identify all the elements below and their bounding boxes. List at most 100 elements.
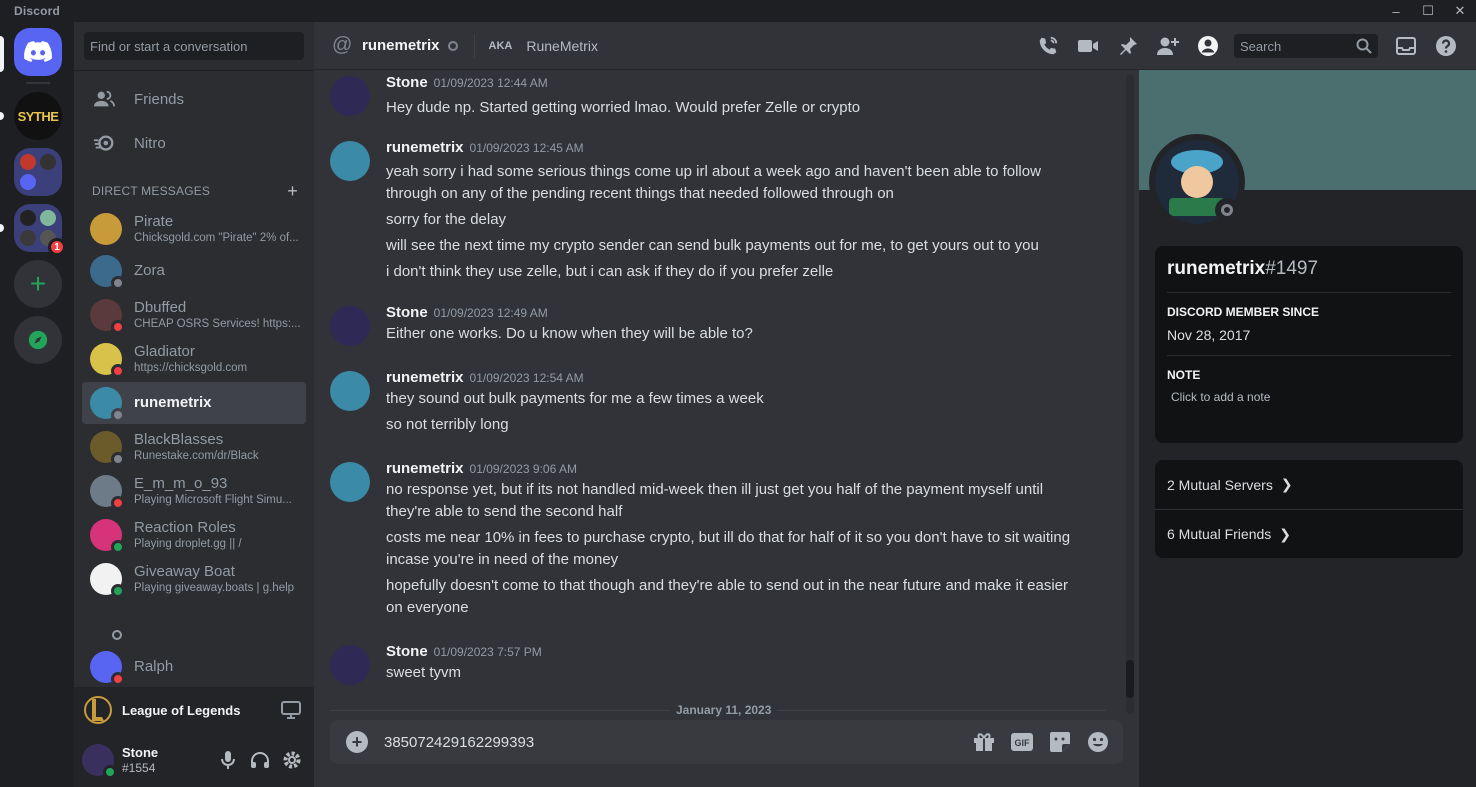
microphone-icon[interactable] — [212, 744, 244, 776]
status-dnd-icon — [111, 364, 125, 378]
avatar[interactable] — [330, 306, 370, 346]
headphones-icon[interactable] — [244, 744, 276, 776]
dm-item[interactable]: Giveaway Boat Playing giveaway.boats | g.… — [82, 558, 306, 600]
mutual-friends-button[interactable]: 6 Mutual Friends ❯ — [1155, 509, 1463, 558]
scrollbar-thumb[interactable] — [1126, 660, 1134, 698]
header-search-input[interactable]: Search — [1234, 34, 1378, 58]
aka-label: AKA — [488, 39, 513, 52]
dm-item[interactable]: BlackBlasses Runestake.com/dr/Black — [82, 426, 306, 468]
close-button[interactable]: ✕ — [1444, 0, 1476, 22]
discord-logo-icon — [24, 41, 52, 62]
dm-name: runemetrix — [134, 394, 212, 411]
aka-name: RuneMetrix — [526, 37, 598, 54]
video-call-icon[interactable] — [1068, 22, 1108, 70]
status-dnd-icon — [111, 320, 125, 334]
server-rail: SYTHE 1 + — [0, 22, 74, 787]
avatar — [90, 431, 125, 466]
dm-status-text: Runestake.com/dr/Black — [134, 450, 259, 462]
dm-name: Pirate — [134, 213, 174, 230]
profile-discriminator: #1497 — [1265, 258, 1319, 279]
server-folder-1[interactable] — [14, 148, 62, 196]
message-input[interactable]: 385072429162299393 — [384, 734, 965, 751]
emoji-icon[interactable] — [1079, 731, 1117, 753]
dm-item[interactable]: E_m_m_o_93 Playing Microsoft Flight Simu.… — [82, 470, 306, 512]
message-text: they sound out bulk payments for me a fe… — [386, 390, 764, 407]
add-server-button[interactable]: + — [14, 260, 62, 308]
status-dnd-icon — [111, 496, 125, 510]
dm-item[interactable]: Pirate Chicksgold.com "Pirate" 2% of... — [82, 208, 306, 250]
dm-status-text: Chicksgold.com "Pirate" 2% of... — [134, 232, 299, 244]
folder-server-icon — [40, 210, 56, 226]
message-author[interactable]: runemetrix — [386, 139, 464, 156]
avatar[interactable] — [330, 462, 370, 502]
mutual-servers-button[interactable]: 2 Mutual Servers ❯ — [1155, 460, 1463, 509]
header-separator — [473, 33, 475, 58]
gift-icon[interactable] — [965, 732, 1003, 752]
pinned-messages-icon[interactable] — [1108, 22, 1148, 70]
dm-name: Zora — [134, 262, 165, 279]
add-friend-to-dm-icon[interactable] — [1148, 22, 1188, 70]
message-text: Either one works. Do u know when they wi… — [386, 325, 753, 342]
scrollbar-track[interactable] — [1126, 74, 1134, 714]
status-dnd-icon — [111, 672, 125, 686]
minimize-button[interactable]: – — [1380, 0, 1412, 22]
dm-item[interactable]: Gladiator https://chicksgold.com — [82, 338, 306, 380]
user-avatar[interactable] — [82, 744, 117, 779]
gif-icon[interactable]: GIF — [1003, 732, 1041, 752]
dm-name: E_m_m_o_93 — [134, 475, 228, 492]
dm-name: Reaction Roles — [134, 519, 236, 536]
message-author[interactable]: Stone — [386, 74, 428, 91]
profile-username: runemetrix — [1167, 258, 1266, 279]
dm-item[interactable]: Ralph — [82, 646, 306, 688]
avatar — [90, 255, 125, 290]
avatar — [90, 475, 125, 510]
find-conversation-input[interactable]: Find or start a conversation — [84, 32, 304, 60]
user-profile-icon[interactable] — [1188, 22, 1228, 70]
settings-gear-icon[interactable] — [276, 744, 308, 776]
active-pill — [0, 36, 4, 72]
message-composer[interactable]: + 385072429162299393 GIF — [330, 720, 1123, 764]
inbox-icon[interactable] — [1386, 22, 1426, 70]
avatar — [90, 213, 122, 245]
message-author[interactable]: runemetrix — [386, 460, 464, 477]
maximize-button[interactable]: ☐ — [1412, 0, 1444, 22]
message-author[interactable]: Stone — [386, 304, 428, 321]
dm-name: Dbuffed — [134, 299, 187, 316]
chevron-right-icon: ❯ — [1280, 476, 1293, 492]
help-icon[interactable] — [1426, 22, 1466, 70]
explore-servers-button[interactable] — [14, 316, 62, 364]
server-folder-2[interactable]: 1 — [14, 204, 66, 256]
screen-share-icon[interactable] — [280, 701, 302, 719]
status-offline-icon — [447, 40, 458, 51]
avatar — [90, 519, 125, 554]
avatar — [90, 387, 125, 422]
message-author[interactable]: runemetrix — [386, 369, 464, 386]
note-input[interactable]: Click to add a note — [1171, 390, 1451, 404]
voice-call-icon[interactable] — [1028, 22, 1068, 70]
server-sythe[interactable]: SYTHE — [14, 92, 62, 140]
dm-sidebar: Find or start a conversation Friends Nit… — [74, 22, 314, 787]
dm-item[interactable]: Reaction Roles Playing droplet.gg || / — [82, 514, 306, 556]
status-online-icon — [103, 765, 117, 779]
message-author[interactable]: Stone — [386, 643, 428, 660]
nav-nitro[interactable]: Nitro — [82, 122, 306, 164]
sticker-icon[interactable] — [1041, 731, 1079, 753]
dm-item[interactable]: Dbuffed CHEAP OSRS Services! https:... — [82, 294, 306, 336]
avatar[interactable] — [330, 141, 370, 181]
nav-friends[interactable]: Friends — [82, 78, 306, 120]
avatar — [90, 651, 125, 686]
home-button[interactable] — [14, 28, 62, 76]
folder-server-icon — [20, 154, 36, 170]
upload-plus-icon[interactable]: + — [346, 731, 368, 753]
message-text: i don't think they use zelle, but i can … — [386, 263, 834, 280]
create-dm-plus-icon[interactable]: + — [287, 182, 298, 200]
dm-item[interactable]: Zora — [82, 250, 306, 292]
avatar[interactable] — [330, 76, 370, 116]
dm-item-active[interactable]: runemetrix — [82, 382, 306, 424]
message-text: sorry for the delay — [386, 211, 507, 228]
message-timestamp: 01/09/2023 12:44 AM — [433, 76, 548, 90]
rail-separator — [26, 82, 50, 84]
avatar[interactable] — [330, 645, 370, 685]
avatar[interactable] — [330, 371, 370, 411]
dm-header: DIRECT MESSAGES + — [92, 182, 298, 200]
